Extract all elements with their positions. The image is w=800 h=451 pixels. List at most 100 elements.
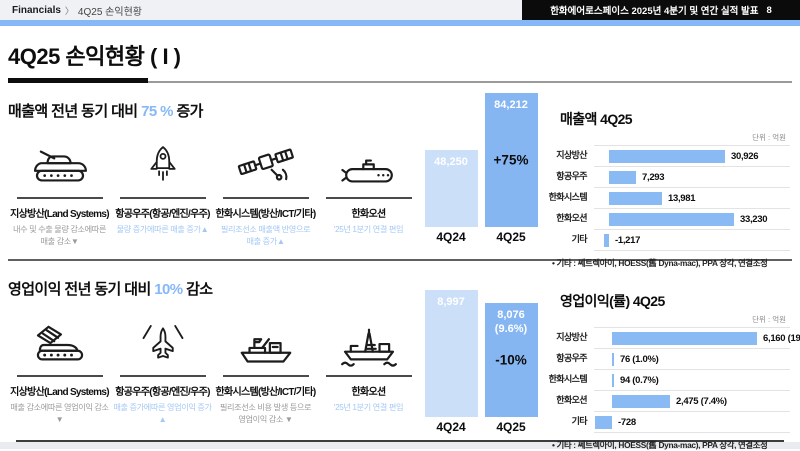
breadcrumb-current: 4Q25 손익현황	[78, 3, 142, 18]
chart-unit-label: 단위 : 억원	[542, 132, 786, 143]
rocket-icon	[111, 134, 214, 190]
segment-label: 한화시스템(방산/ICT/기타)	[214, 383, 317, 398]
deck-title-banner: 한화에어로스페이스 2025년 4분기 및 연간 실적 발표 8	[522, 0, 800, 20]
segment-hanwha-systems: 한화시스템(방산/ICT/기타) 필리조선소 매출액 반영으로 매출 증가▲	[214, 134, 317, 248]
hbar	[612, 332, 757, 345]
accent-strip	[0, 20, 800, 26]
segment-label: 한화오션	[317, 205, 420, 220]
profit-bar-4q24: 8,997	[425, 290, 478, 417]
ship-icon	[214, 312, 317, 368]
title-rule	[8, 78, 792, 83]
hbar	[604, 234, 609, 247]
hbar	[612, 353, 614, 366]
segment-caption: '25년 1분기 연결 편입	[317, 402, 420, 414]
hbar-value: 6,160 (19.9%)	[763, 332, 800, 345]
segment-caption: '25년 1분기 연결 편입	[317, 224, 420, 236]
chart-row: 한화시스템13,981	[542, 187, 790, 208]
chart-footnote: • 기타 : 쎄트렉아이, HOESS(舊 Dyna-mac), PPA 상각,…	[552, 439, 790, 451]
hbar	[612, 395, 670, 408]
delta-label: -10%	[485, 353, 538, 368]
axis-label-4q25: 4Q25	[485, 420, 538, 434]
axis-label-4q24: 4Q24	[425, 420, 478, 434]
chart-row: 한화시스템94 (0.7%)	[542, 369, 790, 390]
breadcrumb: Financials 〉 4Q25 손익현황	[0, 3, 142, 18]
profit-heading-accent: 10%	[154, 281, 182, 298]
segment-rule	[223, 375, 309, 377]
segment-caption: 필리조선소 비용 발생 등으로 영업이익 감소 ▼	[214, 402, 317, 426]
hbar-category-label: 항공우주	[542, 166, 594, 187]
hbar-track: 33,230	[594, 208, 790, 229]
segment-land-systems: 지상방산(Land Systems) 내수 및 수출 물량 감소에따른 매출 감…	[8, 134, 111, 248]
segment-caption: 매출 감소에따른 영업이익 감소 ▼	[8, 402, 111, 426]
hbar-category-label: 지상방산	[542, 327, 594, 348]
segment-caption: 매출 증가에따른 영업이익 증가 ▲	[111, 402, 214, 426]
revenue-bar-4q24: 48,250	[425, 150, 478, 227]
segment-hanwha-ocean: 한화오션 '25년 1분기 연결 편입	[317, 312, 420, 426]
segment-rule	[120, 197, 206, 199]
chart-title: 매출액 4Q25	[560, 109, 790, 129]
hbar-value: 2,475 (7.4%)	[676, 395, 727, 408]
drillship-icon	[317, 312, 420, 368]
hbar-category-label: 한화시스템	[542, 369, 594, 390]
title-rule-thick	[8, 78, 148, 83]
missile-launcher-icon	[8, 312, 111, 368]
hbar-value: 13,981	[668, 192, 695, 205]
segment-rule	[17, 197, 103, 199]
segment-hanwha-ocean: 한화오션 '25년 1분기 연결 편입	[317, 134, 420, 248]
profit-by-segment-chart: 지상방산6,160 (19.9%)항공우주 76 (1.0%) 한화시스템94 (0…	[542, 327, 790, 433]
page-number: 8	[767, 5, 772, 16]
segment-caption: 내수 및 수출 물량 감소에따른 매출 감소▼	[8, 224, 111, 248]
revenue-heading-prefix: 매출액 전년 동기 대비	[8, 103, 141, 120]
segment-aerospace: 항공우주(항공/엔진/우주) 매출 증가에따른 영업이익 증가 ▲	[111, 312, 214, 426]
hbar-value: 33,230	[740, 213, 767, 226]
hbar	[612, 374, 614, 387]
hbar-track: 6,160 (19.9%)	[594, 327, 790, 348]
revenue-heading-accent: 75 %	[141, 103, 173, 120]
delta-label: +75%	[485, 153, 538, 168]
airplane-icon	[111, 312, 214, 368]
operating-profit-section: 영업이익 전년 동기 대비 10% 감소 지상방산(Land Sy	[8, 261, 792, 440]
segment-label: 항공우주(항공/엔진/우주)	[111, 383, 214, 398]
chart-row: 기타-728	[542, 411, 790, 432]
chart-row: 기타-1,217	[542, 229, 790, 250]
hbar-category-label: 기타	[542, 229, 594, 250]
segment-caption: 물량 증가에따른 매출 증가▲	[111, 224, 214, 236]
chart-title: 영업이익(률) 4Q25	[560, 291, 790, 311]
profit-bar-chart: 8,997 8,076 (9.6%) -10% 4Q24 4Q25	[420, 261, 542, 440]
hbar-track: -728	[594, 411, 790, 432]
hbar-category-label: 기타	[542, 411, 594, 432]
hbar-value: 7,293	[642, 171, 664, 184]
bar-value-label: 8,997	[425, 290, 478, 309]
hbar-value: 76 (1.0%)	[620, 353, 659, 366]
chart-row: 지상방산6,160 (19.9%)	[542, 327, 790, 348]
hbar-category-label: 항공우주	[542, 348, 594, 369]
breadcrumb-separator: 〉	[65, 4, 74, 17]
segment-label: 한화시스템(방산/ICT/기타)	[214, 205, 317, 220]
revenue-summary-panel: 매출액 전년 동기 대비 75 % 증가 지상방산(Land Sy	[8, 83, 420, 259]
segment-caption: 필리조선소 매출액 반영으로 매출 증가▲	[214, 224, 317, 248]
axis-label-4q24: 4Q24	[425, 230, 478, 244]
hbar-value: 30,926	[731, 150, 758, 163]
hbar-category-label: 한화오션	[542, 390, 594, 411]
revenue-heading-suffix: 증가	[173, 103, 203, 120]
profit-heading-suffix: 감소	[183, 281, 213, 298]
segment-land-systems: 지상방산(Land Systems) 매출 감소에따른 영업이익 감소 ▼	[8, 312, 111, 426]
hbar-track: -1,217	[594, 229, 790, 250]
axis-label-4q25: 4Q25	[485, 230, 538, 244]
chart-row: 한화오션33,230	[542, 208, 790, 229]
revenue-by-segment-chart: 지상방산 30,926 항공우주 7,293 한화시스템13,981한화오션33,230…	[542, 145, 790, 251]
bar-value-label: 48,250	[425, 150, 478, 169]
segment-rule	[120, 375, 206, 377]
tank-icon	[8, 134, 111, 190]
segment-rule	[223, 197, 309, 199]
hbar	[595, 416, 612, 429]
profit-heading: 영업이익 전년 동기 대비 10% 감소	[8, 278, 420, 299]
top-bar: Financials 〉 4Q25 손익현황 한화에어로스페이스 2025년 4…	[0, 0, 800, 20]
satellite-icon	[214, 134, 317, 190]
segment-rule	[17, 375, 103, 377]
chart-baseline	[594, 432, 790, 433]
hbar-category-label: 지상방산	[542, 145, 594, 166]
revenue-bar-4q25: 84,212 +75%	[485, 93, 538, 227]
segment-rule	[326, 197, 412, 199]
breadcrumb-root: Financials	[12, 5, 61, 16]
